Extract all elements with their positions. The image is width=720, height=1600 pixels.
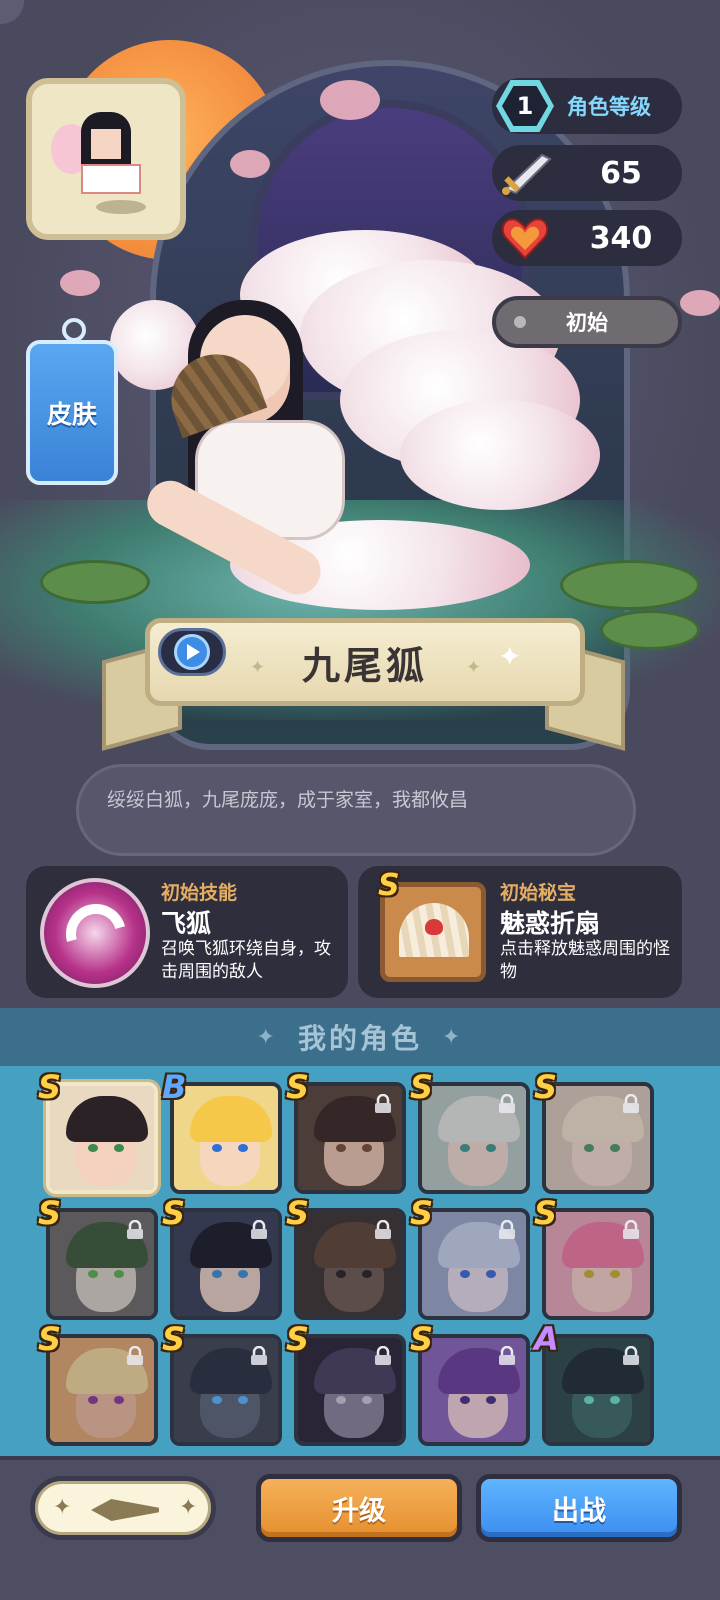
upgrade-button[interactable]: 升级 (256, 1474, 462, 1542)
sparkle-icon: ✦ (498, 640, 522, 673)
character-slot[interactable] (542, 1208, 654, 1320)
lily-pad (600, 610, 700, 650)
blossom (320, 80, 380, 120)
lock-icon (623, 1094, 639, 1113)
character-slot[interactable] (170, 1208, 282, 1320)
grade-badge: S (534, 1194, 558, 1232)
lock-icon (127, 1220, 143, 1239)
grade-badge: S (286, 1194, 310, 1232)
level-stat: 1 角色等级 (492, 78, 682, 134)
lily-pad (40, 560, 150, 604)
play-voice-button[interactable] (158, 628, 226, 676)
grade-badge: S (534, 1068, 558, 1106)
lock-icon (499, 1094, 515, 1113)
lock-icon (623, 1346, 639, 1365)
level-hex-icon: 1 (496, 80, 554, 132)
sparkle-icon: ✦ (53, 1495, 72, 1520)
grade-badge: S (286, 1320, 310, 1358)
grade-badge: S (162, 1320, 186, 1358)
lock-icon (499, 1220, 515, 1239)
attack-value: 65 (600, 155, 642, 191)
status-label: 初始 (566, 311, 608, 335)
character-slot[interactable] (418, 1082, 530, 1194)
ornament-icon: ✦ (256, 1024, 278, 1050)
lily-pad (560, 560, 700, 610)
hp-value: 340 (589, 220, 653, 256)
emblem-button[interactable]: ✦ ✦ (30, 1476, 216, 1540)
character-slot[interactable] (294, 1334, 406, 1446)
sword-icon (502, 153, 552, 195)
grade-badge: S (286, 1068, 310, 1106)
character-slot[interactable] (46, 1208, 158, 1320)
character-slot[interactable] (294, 1208, 406, 1320)
grade-badge: S (162, 1194, 186, 1232)
hero-quote: 绥绥白狐，九尾庞庞，成于家室，我都攸昌 (76, 764, 636, 856)
grade-badge: B (162, 1068, 187, 1106)
blossom (60, 270, 100, 296)
roster-title: 我的角色 (297, 1022, 422, 1055)
grade-badge: S (410, 1068, 434, 1106)
sparkle-icon: ✦ (179, 1495, 198, 1520)
roster-header: ✦ 我的角色 ✦ (0, 1008, 720, 1066)
lock-icon (375, 1346, 391, 1365)
grade-badge: S (38, 1194, 62, 1232)
lock-icon (375, 1094, 391, 1113)
play-icon (174, 634, 210, 670)
relic-kind: 初始秘宝 (500, 882, 577, 904)
character-portrait (174, 1086, 278, 1190)
ornament-icon: ✦ (466, 657, 482, 678)
skill-kind: 初始技能 (161, 882, 238, 904)
level-value: 1 (502, 86, 548, 126)
level-label: 角色等级 (567, 95, 651, 119)
relic-desc: 点击释放魅惑周围的怪物 (500, 939, 670, 982)
pixel-portrait[interactable] (26, 78, 186, 240)
hero-quote-text: 绥绥白狐，九尾庞庞，成于家室，我都攸昌 (107, 789, 469, 811)
emblem-icon (91, 1499, 159, 1521)
relic-grade-badge: S (378, 868, 400, 903)
skill-name: 飞狐 (161, 909, 212, 938)
pixel-character-icon (51, 104, 161, 214)
blossom (680, 290, 720, 316)
battle-button[interactable]: 出战 (476, 1474, 682, 1542)
lock-icon (499, 1346, 515, 1365)
character-slot[interactable] (294, 1082, 406, 1194)
attack-stat: 65 (492, 145, 682, 201)
relic-name: 魅惑折扇 (500, 909, 601, 938)
character-slot[interactable] (418, 1334, 530, 1446)
flying-fox-skill-icon (40, 878, 150, 988)
grade-badge: A (534, 1320, 559, 1358)
fox-tail (400, 400, 600, 510)
ornament-icon: ✦ (250, 657, 266, 678)
grade-badge: S (38, 1068, 62, 1106)
lock-icon (251, 1220, 267, 1239)
character-slot[interactable] (46, 1082, 158, 1194)
skill-card[interactable]: 初始技能 飞狐 召唤飞狐环绕自身，攻击周围的敌人 (26, 866, 348, 998)
ornament-icon: ✦ (442, 1024, 464, 1050)
character-slot[interactable] (46, 1334, 158, 1446)
grade-badge: S (410, 1194, 434, 1232)
hero-name: 九尾狐 (301, 643, 428, 688)
blossom (230, 150, 270, 178)
character-slot[interactable] (418, 1208, 530, 1320)
lock-icon (623, 1220, 639, 1239)
character-slot[interactable] (542, 1082, 654, 1194)
character-slot[interactable] (170, 1082, 282, 1194)
heart-icon (501, 218, 549, 260)
lock-icon (127, 1346, 143, 1365)
status-pill[interactable]: 初始 (492, 296, 682, 348)
grade-badge: S (38, 1320, 62, 1358)
character-slot[interactable] (170, 1334, 282, 1446)
lock-icon (251, 1346, 267, 1365)
character-portrait (50, 1086, 154, 1190)
status-dot-icon (514, 316, 526, 328)
relic-card[interactable]: 初始秘宝 魅惑折扇 点击释放魅惑周围的怪物 (358, 866, 682, 998)
skin-tab-button[interactable]: 皮肤 (26, 318, 118, 485)
skin-tab-label: 皮肤 (46, 399, 97, 429)
character-roster: S B S S S S S S S S S S S S A (0, 1066, 720, 1456)
hp-stat: 340 (492, 210, 682, 266)
grade-badge: S (410, 1320, 434, 1358)
skill-desc: 召唤飞狐环绕自身，攻击周围的敌人 (161, 939, 331, 982)
hanger-ring-icon (62, 318, 86, 342)
lock-icon (375, 1220, 391, 1239)
